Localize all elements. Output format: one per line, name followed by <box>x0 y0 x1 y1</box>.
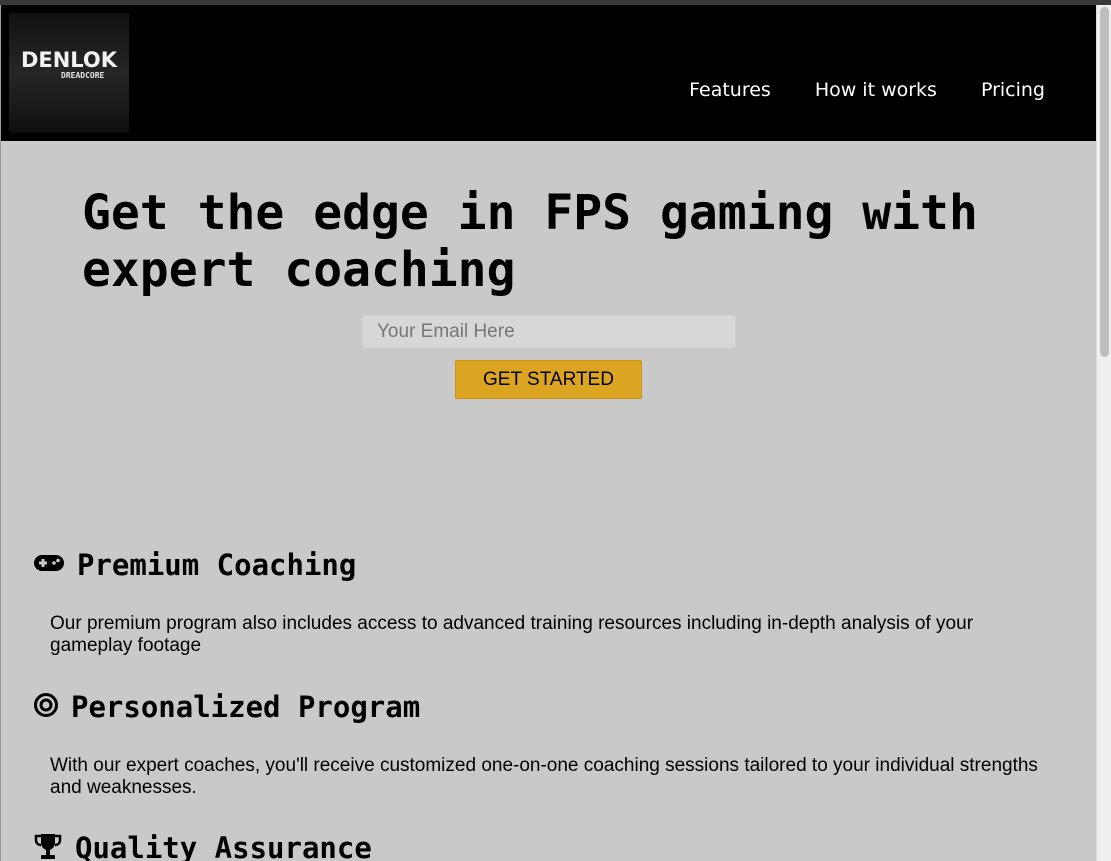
hero-title: Get the edge in FPS gaming with expert c… <box>82 185 978 298</box>
feature-personalized-program: Personalized Program With our expert coa… <box>33 687 1073 799</box>
feature-title: Premium Coaching <box>77 548 357 582</box>
logo-subtext: DREADCORE <box>61 71 105 80</box>
feature-heading: Personalized Program <box>33 687 1073 727</box>
feature-premium-coaching: Premium Coaching Our premium program als… <box>33 545 1073 657</box>
logo-text: DENLOK <box>20 48 118 72</box>
page: DENLOK DREADCORE Features How it works P… <box>1 5 1096 861</box>
main-nav: Features How it works Pricing <box>689 78 1045 102</box>
nav-link-how-it-works[interactable]: How it works <box>815 78 937 102</box>
feature-description: Our premium program also includes access… <box>50 613 974 656</box>
feature-title: Personalized Program <box>71 690 421 724</box>
site-header: DENLOK DREADCORE Features How it works P… <box>1 5 1096 141</box>
nav-link-features[interactable]: Features <box>689 78 771 102</box>
feature-heading: Quality Assurance <box>33 828 1073 861</box>
feature-title: Quality Assurance <box>75 831 372 861</box>
target-icon <box>33 692 59 723</box>
gamepad-icon <box>33 553 65 578</box>
feature-heading: Premium Coaching <box>33 545 1073 585</box>
trophy-icon <box>33 832 63 861</box>
feature-description: With our expert coaches, you'll receive … <box>50 755 1038 798</box>
scrollbar-thumb[interactable] <box>1100 7 1109 357</box>
brand-logo[interactable]: DENLOK DREADCORE <box>9 13 129 133</box>
vertical-scrollbar[interactable] <box>1096 5 1111 861</box>
get-started-button[interactable]: GET STARTED <box>455 360 642 399</box>
email-input[interactable] <box>362 315 736 348</box>
nav-link-pricing[interactable]: Pricing <box>981 78 1045 102</box>
feature-quality-assurance: Quality Assurance <box>33 828 1073 861</box>
